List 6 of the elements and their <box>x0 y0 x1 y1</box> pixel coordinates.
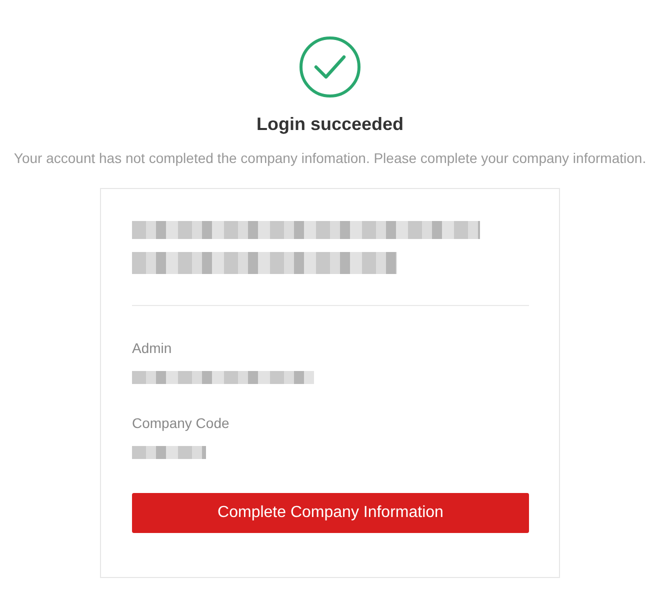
page-title: Login succeeded <box>256 113 404 136</box>
field-label: Admin <box>132 339 173 357</box>
status-message: Your account has not completed the company infomation. Please complete your company information. <box>14 149 646 167</box>
success-check-icon <box>299 36 361 98</box>
complete-information-button[interactable]: Complete Company Information <box>132 493 529 533</box>
field-label: Company Code <box>132 414 230 432</box>
